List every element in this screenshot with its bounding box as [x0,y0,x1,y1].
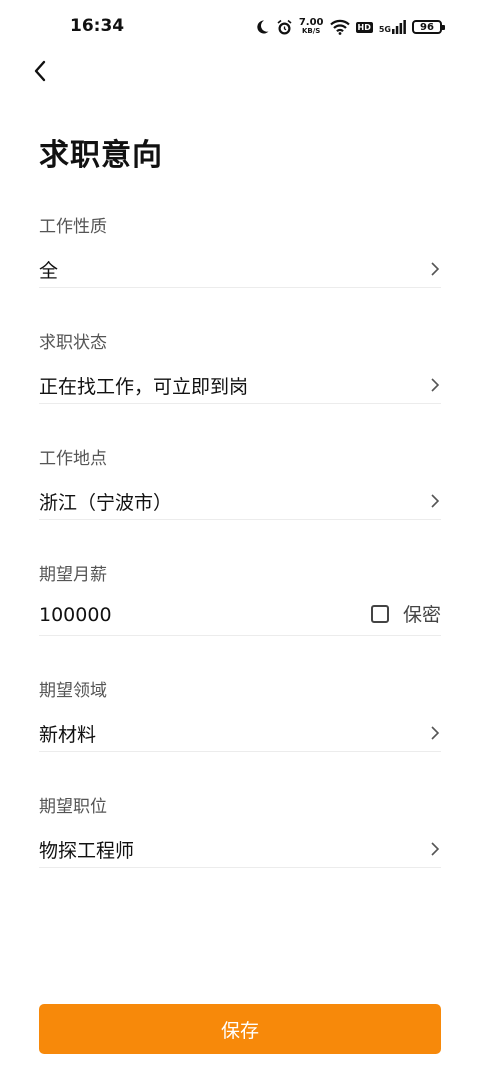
work-type-label: 工作性质 [39,217,107,237]
location-selector[interactable]: 浙江（宁波市） [39,474,441,530]
redaction-mask [62,242,254,298]
status-icons: 7.00 KB/S HD 5G 96 [254,17,445,37]
work-type-selector[interactable]: 全 [39,242,441,298]
position-selector[interactable]: 物探工程师 [39,822,441,878]
chevron-right-icon [431,842,440,856]
divider [39,867,441,868]
divider [39,519,441,520]
salary-label: 期望月薪 [39,565,107,585]
divider [39,635,441,636]
chevron-right-icon [431,494,440,508]
net-speed-value: 7.00 [298,17,324,28]
job-status-selector[interactable]: 正在找工作，可立即到岗 [39,358,441,414]
location-label: 工作地点 [39,449,107,469]
battery-icon: 96 [412,20,445,34]
chevron-right-icon [431,378,440,392]
net-speed-unit: KB/S [301,27,321,35]
moon-icon [257,20,269,34]
divider [39,751,441,752]
chevron-right-icon [431,262,440,276]
signal-group: 5G [379,20,406,34]
location-value: 浙江（宁波市） [39,492,173,514]
chevron-left-icon [34,60,46,82]
secret-label: 保密 [402,604,441,626]
network-type: 5G [378,25,391,34]
back-button[interactable] [26,56,54,86]
hd-badge: HD [355,21,373,33]
status-bar: 16:34 7.00 KB/S HD 5G 96 [0,0,480,54]
job-status-value: 正在找工作，可立即到岗 [39,376,249,398]
work-type-value: 全 [39,260,59,282]
job-status-label: 求职状态 [39,333,107,353]
salary-value: 100000 [39,604,112,626]
net-speed: 7.00 KB/S [299,18,324,36]
salary-secret-toggle[interactable]: 保密 [370,600,441,627]
alarm-icon [277,19,292,34]
secret-checkbox[interactable] [370,604,389,623]
page-title: 求职意向 [39,138,163,173]
signal-icon [392,20,406,34]
industry-value: 新材料 [39,724,97,746]
industry-selector[interactable]: 新材料 [39,706,441,762]
wifi-icon [329,19,350,35]
position-label: 期望职位 [39,797,107,817]
industry-label: 期望领域 [39,681,107,701]
salary-input[interactable]: 100000 保密 [39,590,441,646]
chevron-right-icon [431,726,440,740]
divider [39,403,441,404]
save-button[interactable]: 保存 [39,1004,441,1054]
position-value: 物探工程师 [39,840,135,862]
status-time: 16:34 [70,16,125,36]
divider [39,287,441,288]
